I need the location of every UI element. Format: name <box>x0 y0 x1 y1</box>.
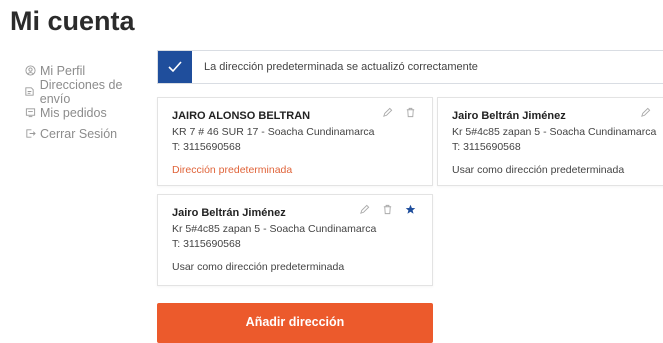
sidebar-item-label: Mi Perfil <box>40 63 86 78</box>
success-alert: La dirección predeterminada se actualizó… <box>157 50 663 84</box>
address-phone: T: 3115690568 <box>172 238 241 250</box>
address-phone: T: 3115690568 <box>172 141 241 153</box>
orders-icon <box>24 107 36 119</box>
address-icon <box>24 86 36 98</box>
set-default-link[interactable]: Usar como dirección predeterminada <box>172 261 344 273</box>
user-icon <box>24 65 36 77</box>
check-icon <box>158 51 192 83</box>
star-icon[interactable] <box>405 204 416 215</box>
set-default-link[interactable]: Usar como dirección predeterminada <box>452 164 624 176</box>
sidebar-item-logout[interactable]: Cerrar Sesión <box>24 123 154 144</box>
delete-icon[interactable] <box>405 107 416 118</box>
sidebar-item-label: Direcciones de envío <box>39 77 123 106</box>
add-address-button[interactable]: Añadir dirección <box>157 303 433 343</box>
address-line: KR 7 # 46 SUR 17 - Soacha Cundinamarca <box>172 126 375 138</box>
address-name: Jairo Beltrán Jiménez <box>172 207 286 219</box>
address-line: Kr 5#4c85 zapan 5 - Soacha Cundinamarca <box>172 223 377 235</box>
page-title: Mi cuenta <box>10 6 135 36</box>
sidebar-item-addresses[interactable]: Direcciones de envío <box>24 78 154 106</box>
delete-icon[interactable] <box>382 204 393 215</box>
default-address-label: Dirección predeterminada <box>172 164 293 176</box>
address-name: JAIRO ALONSO BELTRAN <box>172 110 311 122</box>
account-sidebar: Mi Perfil Direcciones de envío Mis pedid… <box>24 60 154 144</box>
address-card: JAIRO ALONSO BELTRAN KR 7 # 46 SUR 17 - … <box>157 97 433 186</box>
edit-icon[interactable] <box>359 204 370 215</box>
address-card: Jairo Beltrán Jiménez Kr 5#4c85 zapan 5 … <box>157 194 433 286</box>
sidebar-item-label: Mis pedidos <box>40 105 107 120</box>
alert-message: La dirección predeterminada se actualizó… <box>204 61 478 73</box>
address-line: Kr 5#4c85 zapan 5 - Soacha Cundinamarca <box>452 126 657 138</box>
sidebar-item-label: Cerrar Sesión <box>40 126 118 141</box>
address-name: Jairo Beltrán Jiménez <box>452 110 566 122</box>
edit-icon[interactable] <box>382 107 393 118</box>
address-phone: T: 3115690568 <box>452 141 521 153</box>
logout-icon <box>24 128 36 140</box>
edit-icon[interactable] <box>640 107 651 118</box>
address-card: Jairo Beltrán Jiménez Kr 5#4c85 zapan 5 … <box>437 97 663 186</box>
